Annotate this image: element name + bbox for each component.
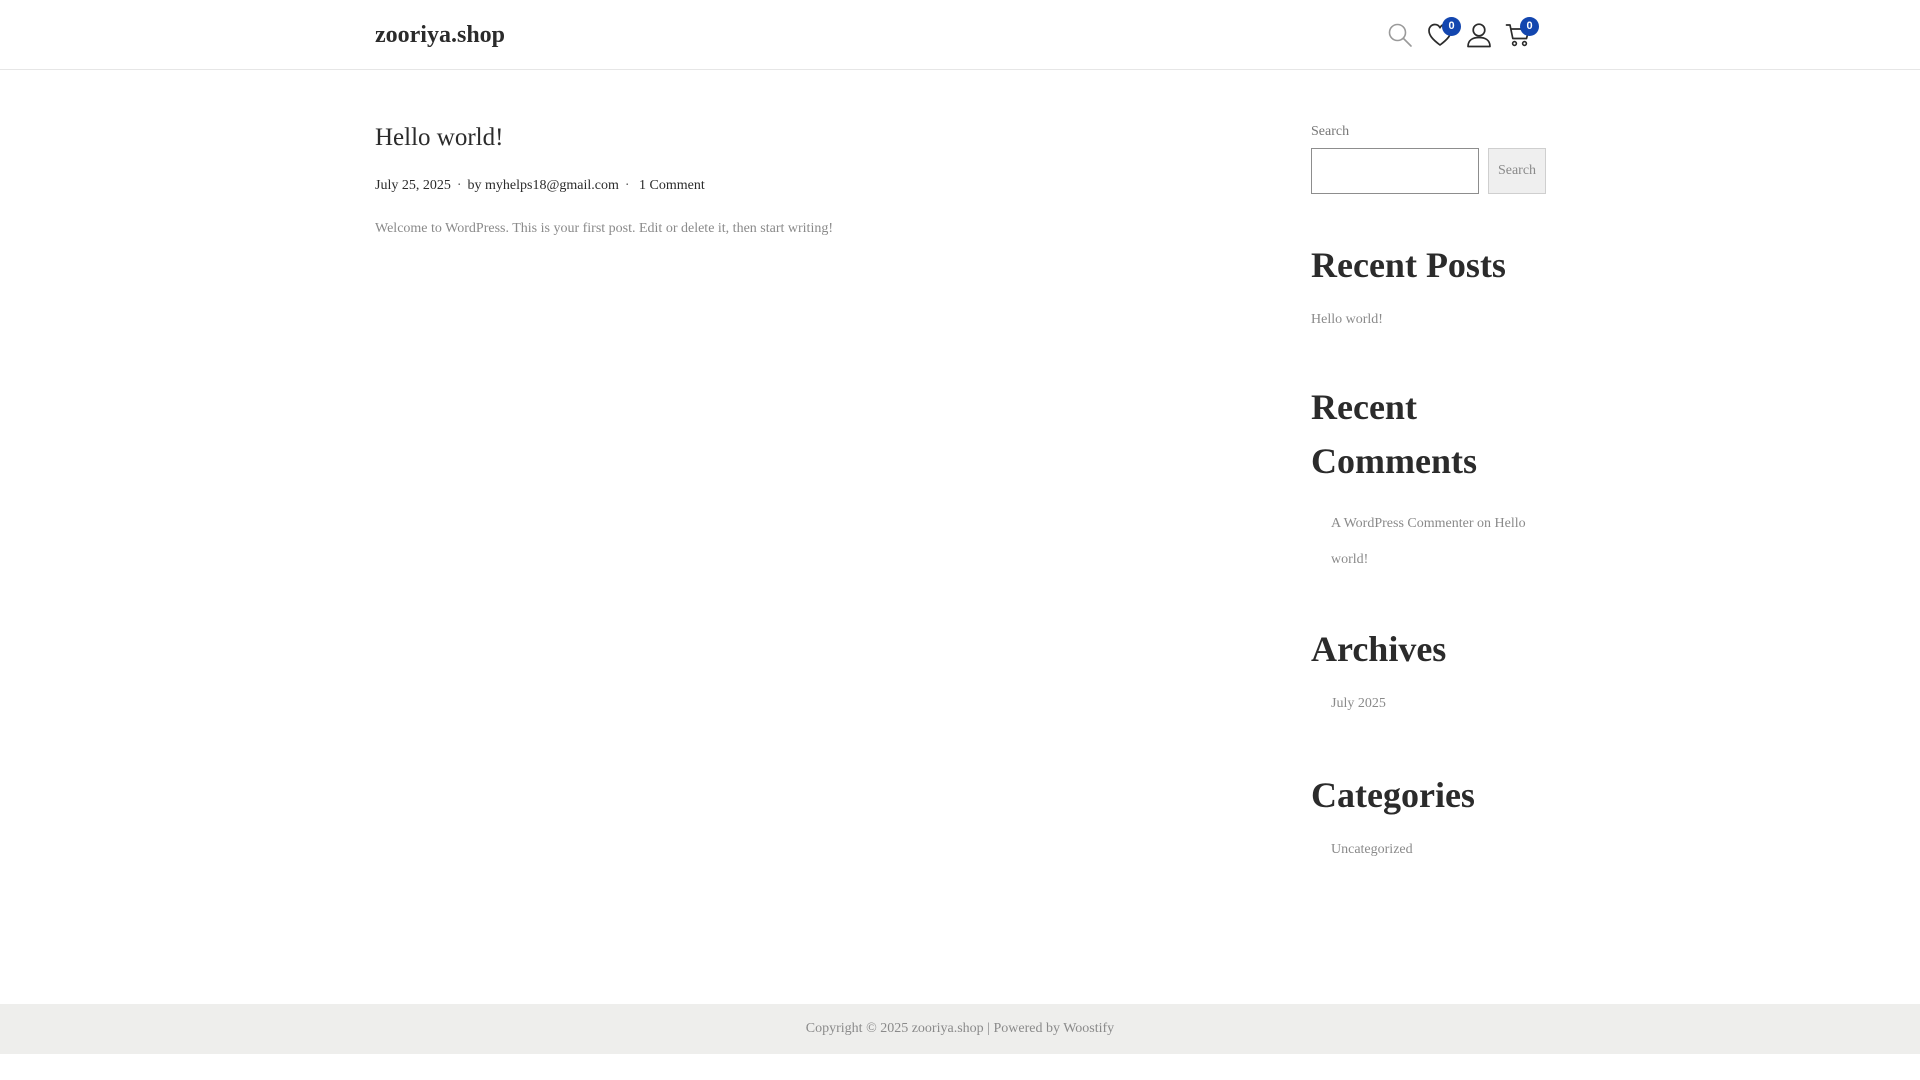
wishlist-button[interactable]: 0 <box>1425 17 1461 52</box>
post-meta: July 25, 2025 · by myhelps18@gmail.com · 1 … <box>375 176 1155 196</box>
archive-link[interactable]: July 2025 <box>1331 696 1386 711</box>
sidebar: Search Search Recent Posts Hello world! … <box>1311 122 1546 860</box>
search-form: Search <box>1311 148 1546 194</box>
post-by-label: by <box>467 178 482 193</box>
search-icon[interactable] <box>1385 18 1415 52</box>
cart-count-badge: 0 <box>1520 17 1539 36</box>
footer-separator: | <box>987 1021 990 1036</box>
archives-title: Archives <box>1311 629 1447 669</box>
categories-widget: Categories Uncategorized <box>1311 768 1546 860</box>
user-icon <box>1467 23 1491 48</box>
comment-author-link[interactable]: A WordPress Commenter <box>1331 516 1474 531</box>
comment-on-label: on <box>1477 516 1491 531</box>
recent-comment-item: A WordPress Commenter on Hello world! <box>1311 506 1546 578</box>
post-title[interactable]: Hello world! <box>375 118 1155 158</box>
meta-separator: · <box>456 178 462 193</box>
account-button[interactable] <box>1464 18 1494 52</box>
recent-post-link[interactable]: Hello world! <box>1311 312 1383 327</box>
site-header: zooriya.shop 0 0 <box>0 0 1920 70</box>
recent-comments-title-line1: Recent <box>1311 387 1417 427</box>
footer-copyright: Copyright © 2025 zooriya.shop <box>805 1021 984 1036</box>
wishlist-count-badge: 0 <box>1442 17 1461 36</box>
search-widget: Search Search <box>1311 122 1546 194</box>
post-article: Hello world! July 25, 2025 · by myhelps18@… <box>375 118 1155 253</box>
cart-button[interactable]: 0 <box>1503 17 1539 52</box>
site-title-link[interactable]: zooriya.shop <box>375 20 505 50</box>
search-label: Search <box>1311 124 1350 139</box>
footer-woostify-link[interactable]: Woostify <box>1063 1021 1114 1036</box>
recent-posts-widget: Recent Posts Hello world! <box>1311 238 1546 330</box>
footer-powered-label: Powered by <box>993 1021 1060 1036</box>
categories-title: Categories <box>1311 775 1475 815</box>
category-link[interactable]: Uncategorized <box>1331 842 1413 857</box>
post-comments-link[interactable]: 1 Comment <box>639 178 705 193</box>
recent-comments-widget: Recent Comments A WordPress Commenter on … <box>1311 380 1546 578</box>
post-date-link[interactable]: July 25, 2025 <box>375 178 451 193</box>
recent-comments-title: Recent Comments <box>1311 380 1546 488</box>
post-author-link[interactable]: myhelps18@gmail.com <box>485 178 619 193</box>
archives-widget: Archives July 2025 <box>1311 622 1546 714</box>
recent-posts-title: Recent Posts <box>1311 245 1506 285</box>
search-input[interactable] <box>1311 148 1479 194</box>
recent-comments-title-line2: Comments <box>1311 441 1477 481</box>
category-item: Uncategorized <box>1311 840 1546 860</box>
site-footer: Copyright © 2025 zooriya.shop | Powered … <box>0 1004 1920 1054</box>
meta-separator: · <box>624 178 630 193</box>
post-excerpt: Welcome to WordPress. This is your first… <box>375 221 833 236</box>
recent-post-item: Hello world! <box>1311 310 1546 330</box>
search-button[interactable]: Search <box>1488 148 1546 194</box>
archive-item: July 2025 <box>1311 694 1546 714</box>
